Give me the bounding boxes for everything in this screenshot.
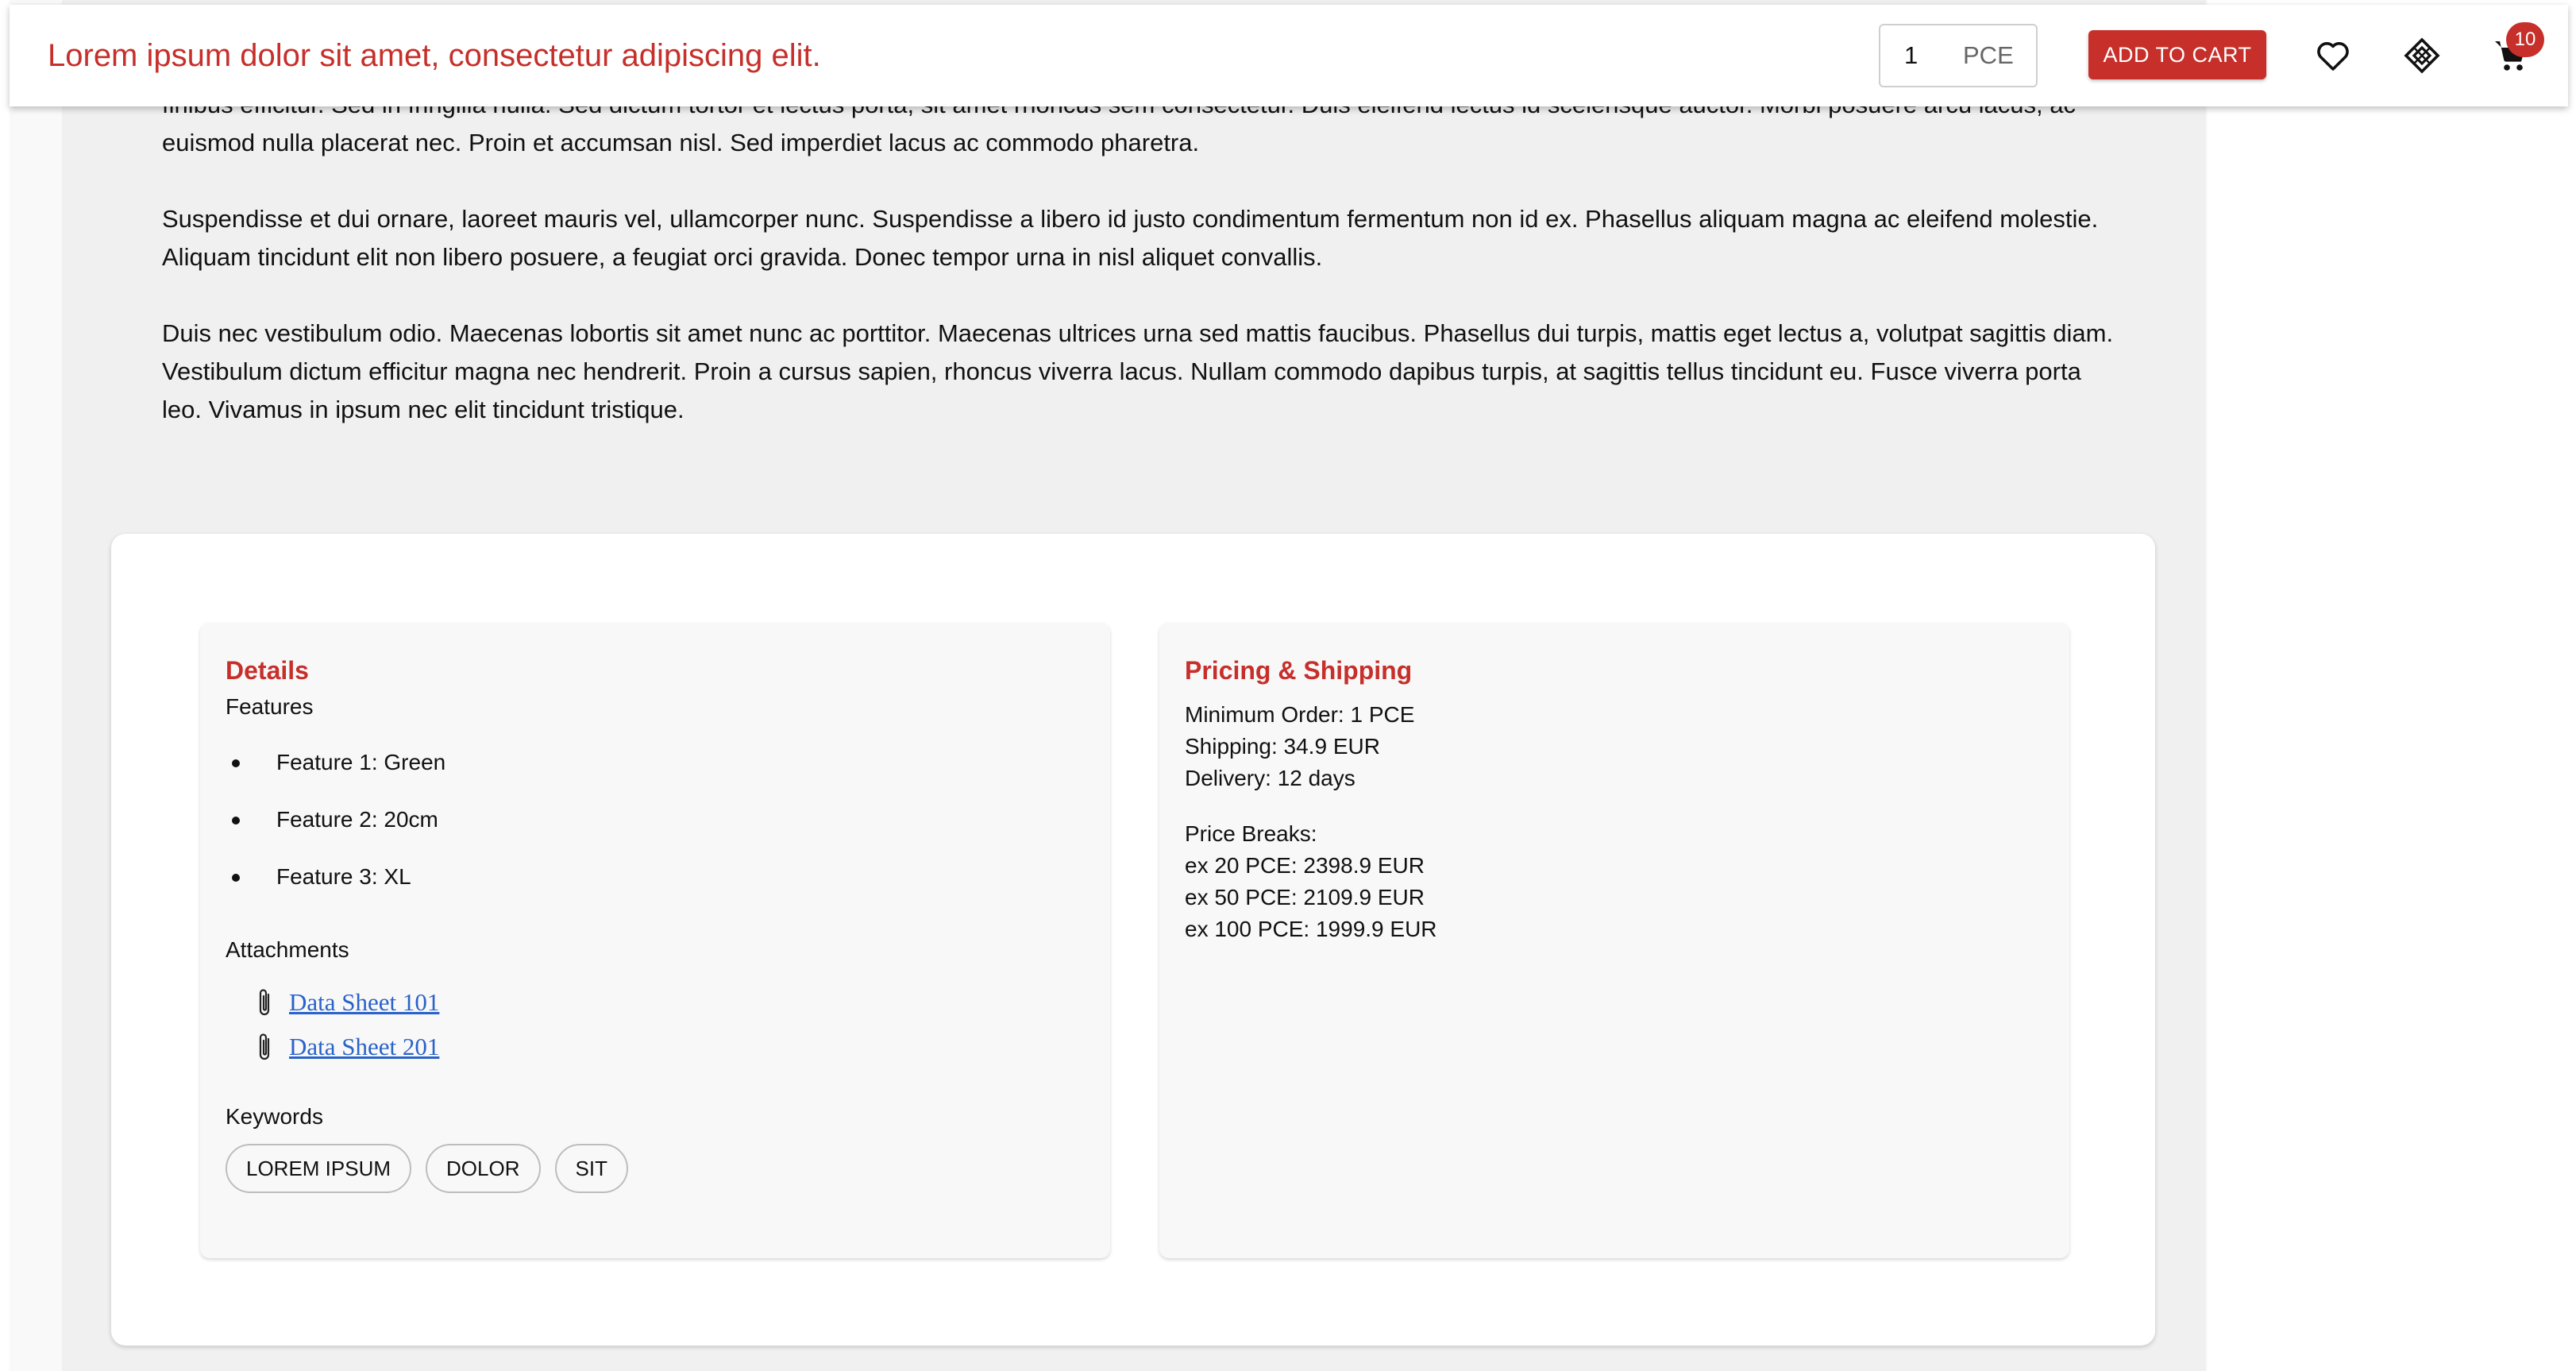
delivery-time: Delivery: 12 days (1185, 766, 1355, 790)
paperclip-icon (259, 989, 270, 1016)
attachment-link[interactable]: Data Sheet 101 (289, 988, 439, 1017)
compare-icon (2404, 37, 2440, 74)
features-list: Feature 1: Green Feature 2: 20cm Feature… (226, 734, 1085, 906)
sticky-header: Lorem ipsum dolor sit amet, consectetur … (10, 5, 2568, 106)
feature-item: Feature 3: XL (226, 848, 1085, 906)
price-breaks-heading: Price Breaks: (1185, 821, 1317, 846)
attachments-heading: Attachments (226, 937, 349, 962)
attachment-item: Data Sheet 201 (226, 1025, 1085, 1069)
add-to-cart-button[interactable]: ADD TO CART (2088, 30, 2266, 79)
cart-count-badge: 10 (2506, 22, 2544, 57)
minimum-order: Minimum Order: 1 PCE (1185, 702, 1415, 727)
wishlist-button[interactable] (2312, 35, 2354, 76)
keyword-chip[interactable]: SIT (554, 1144, 628, 1193)
keyword-chips: LOREM IPSUM DOLOR SIT (226, 1144, 1085, 1193)
features-heading: Features (226, 694, 314, 719)
pricing-details: Minimum Order: 1 PCE Shipping: 34.9 EUR … (1185, 699, 2044, 945)
attachment-item: Data Sheet 101 (226, 980, 1085, 1025)
keyword-chip[interactable]: LOREM IPSUM (226, 1144, 412, 1193)
price-break: ex 50 PCE: 2109.9 EUR (1185, 885, 1425, 909)
description-paragraph: Duis nec vestibulum odio. Maecenas lobor… (162, 319, 2114, 423)
product-title: Lorem ipsum dolor sit amet, consectetur … (48, 38, 821, 73)
description-paragraph: Suspendisse et dui ornare, laoreet mauri… (162, 205, 2099, 271)
quantity-unit: PCE (1963, 41, 2014, 69)
heart-icon (2317, 42, 2349, 71)
compare-button[interactable] (2401, 35, 2443, 76)
page: finibus efficitur. Sed in fringilla null… (0, 0, 2576, 1371)
attachment-link[interactable]: Data Sheet 201 (289, 1033, 439, 1061)
product-info-card: Details Features Feature 1: Green Featur… (111, 534, 2155, 1346)
paperclip-icon (259, 1033, 270, 1060)
details-panel: Details Features Feature 1: Green Featur… (200, 623, 1110, 1258)
feature-item: Feature 1: Green (226, 734, 1085, 791)
pricing-title: Pricing & Shipping (1185, 656, 1413, 685)
price-break: ex 100 PCE: 1999.9 EUR (1185, 917, 1437, 941)
product-description: finibus efficitur. Sed in fringilla null… (162, 86, 2115, 467)
pricing-panel: Pricing & Shipping Minimum Order: 1 PCE … (1159, 623, 2069, 1258)
feature-item: Feature 2: 20cm (226, 791, 1085, 848)
attachments-list: Data Sheet 101 Data Sheet 201 (226, 980, 1085, 1069)
price-break: ex 20 PCE: 2398.9 EUR (1185, 853, 1425, 878)
shipping-cost: Shipping: 34.9 EUR (1185, 734, 1380, 759)
details-title: Details (226, 656, 309, 685)
quantity-value[interactable]: 1 (1904, 41, 1918, 70)
quantity-input[interactable]: 1 PCE (1879, 24, 2038, 87)
keywords-heading: Keywords (226, 1104, 323, 1129)
keyword-chip[interactable]: DOLOR (426, 1144, 541, 1193)
